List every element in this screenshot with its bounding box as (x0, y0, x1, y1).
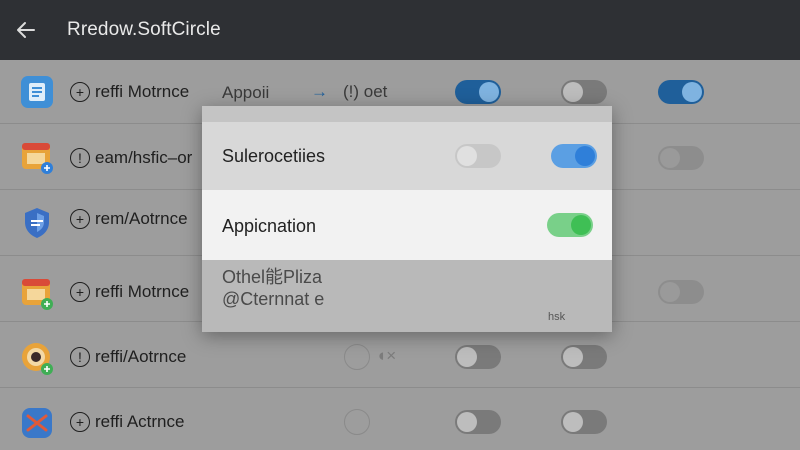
ghost-circle-icon (344, 344, 370, 370)
row-label: reffi Motrnce (95, 82, 190, 101)
dialog-item[interactable]: Sulerocetiies (202, 122, 612, 190)
row-toggle[interactable] (561, 80, 607, 104)
list-item[interactable]: + reffi Actrnce (0, 388, 800, 450)
permission-dialog: Sulerocetiies Appicnation Othel能Pliza @C… (202, 106, 612, 332)
row-toggle[interactable] (455, 410, 501, 434)
mute-icon: ◖× (376, 346, 397, 365)
add-circle-icon: + (70, 209, 90, 229)
add-circle-icon: + (70, 412, 90, 432)
dialog-footnote: hsk (548, 311, 566, 323)
row-toggle[interactable] (455, 80, 501, 104)
doc-app-icon (21, 76, 53, 108)
row-label: reffi/Aotrnce (95, 347, 187, 366)
row-label: reffi Actrnce (95, 412, 185, 431)
dialog-toggle[interactable] (547, 213, 593, 237)
row-toggle[interactable] (658, 280, 704, 304)
dialog-item-selected[interactable]: Appicnation (202, 190, 612, 260)
dialog-item-sublabel: @Cternnat e (222, 289, 325, 309)
row-toggle[interactable] (561, 345, 607, 369)
row-toggle[interactable] (455, 345, 501, 369)
dialog-item-label: Sulerocetiies (222, 146, 326, 166)
slides-app-icon (22, 279, 53, 310)
dialog-item[interactable]: Othel能Pliza @Cternnat e hsk (202, 260, 612, 332)
arrow-left-icon (17, 22, 35, 38)
app-bar-title: Rredow.SoftCircle (67, 19, 221, 40)
add-circle-icon: + (70, 282, 90, 302)
slides-app-icon (22, 143, 53, 174)
row-label: reffi Motrnce (95, 282, 190, 301)
back-button[interactable] (0, 0, 52, 60)
info-circle-icon: ! (70, 148, 90, 168)
shuffle-app-icon (22, 408, 52, 438)
arrow-right-icon: → (311, 82, 328, 101)
dialog-item-label: Othel能Pliza (222, 267, 323, 287)
dialog-item-label: Appicnation (222, 216, 317, 236)
add-circle-icon: + (70, 82, 90, 102)
dialog-header-strip (202, 106, 612, 122)
row-toggle[interactable] (658, 146, 704, 170)
row-toggle[interactable] (658, 80, 704, 104)
shield-app-icon (25, 208, 49, 238)
eye-app-icon (22, 343, 53, 375)
row-label: rem/Aotrnce (95, 209, 188, 228)
row-toggle[interactable] (561, 410, 607, 434)
ghost-circle-icon (344, 409, 370, 435)
row-label: eam/hsfic–or (95, 148, 193, 167)
dialog-toggle[interactable] (455, 144, 501, 168)
row-extra-text: Appoii (222, 83, 270, 102)
info-circle-icon: ! (70, 347, 90, 367)
row-status-text: (!) oet (343, 82, 388, 101)
app-bar: Rredow.SoftCircle (0, 0, 800, 60)
dialog-toggle[interactable] (551, 144, 597, 168)
